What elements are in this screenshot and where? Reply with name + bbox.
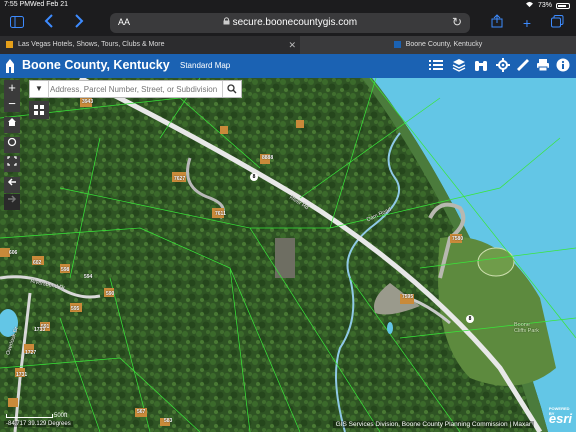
- parcel-label: 1733: [34, 327, 46, 333]
- parcel-label: 3943: [82, 99, 94, 105]
- browser-toolbar: AA secure.boonecountygis.com ↻ +: [0, 10, 576, 36]
- zoom-out-button[interactable]: −: [4, 96, 20, 112]
- search-source-dropdown[interactable]: ▼: [30, 81, 49, 97]
- boone-favicon-icon: [393, 40, 401, 48]
- sidebar-toggle-icon[interactable]: [8, 14, 26, 32]
- layers-icon[interactable]: [452, 58, 468, 74]
- route-shield-icon: 8: [466, 315, 474, 323]
- home-icon: [7, 118, 17, 130]
- lock-icon: [223, 17, 233, 28]
- binoculars-icon[interactable]: [474, 58, 490, 74]
- home-button[interactable]: [4, 117, 20, 133]
- map-attribution: GIS Services Division, Boone County Plan…: [332, 421, 534, 428]
- parcel-label: 1731: [16, 372, 28, 378]
- tab-label: Las Vegas Hotels, Shows, Tours, Clubs & …: [17, 41, 165, 48]
- map-view[interactable]: 3943 7627 7611 8888 7595 7580 606 602 59…: [0, 78, 576, 432]
- parcel-label: 583: [164, 418, 173, 424]
- forward-arrow-icon[interactable]: [70, 14, 88, 32]
- grid-icon: [29, 105, 49, 123]
- parcel-label: 7611: [215, 211, 226, 217]
- battery-percent: 73%: [537, 2, 552, 9]
- fullscreen-icon: [7, 156, 17, 169]
- search-button[interactable]: [222, 81, 241, 97]
- parcel-label: 1727: [25, 350, 37, 356]
- parcel-label: 7580: [452, 236, 464, 242]
- parcel-label: 7595: [402, 294, 414, 300]
- previous-extent-button[interactable]: [4, 177, 20, 193]
- zoom-in-button[interactable]: +: [4, 80, 20, 96]
- county-logo-icon: [5, 58, 15, 74]
- parcel-label: 8888: [262, 155, 274, 161]
- browser-tab-strip: Las Vegas Hotels, Shows, Tours, Clubs & …: [0, 36, 576, 54]
- status-time: 7:55 PM: [4, 1, 31, 8]
- reload-icon[interactable]: ↻: [452, 15, 462, 29]
- status-date: Wed Feb 21: [30, 1, 69, 8]
- url-text: secure.boonecountygis.com: [110, 17, 470, 28]
- parcel-label: 595: [71, 306, 80, 312]
- share-icon[interactable]: [488, 14, 506, 32]
- basemap-gallery-button[interactable]: [29, 101, 49, 119]
- tab-boone-county[interactable]: Boone County, Kentucky: [300, 36, 576, 54]
- parcel-label: 602: [33, 260, 42, 266]
- app-header: Boone County, Kentucky Standard Map: [0, 54, 576, 78]
- wifi-icon: [525, 1, 534, 10]
- search-icon: [227, 81, 237, 98]
- esri-powered-by: POWERED BY: [548, 406, 570, 416]
- search-bar: ▼: [29, 80, 242, 98]
- battery-icon: [556, 2, 570, 9]
- esri-logo: POWERED BY esri: [549, 406, 572, 426]
- measure-icon[interactable]: [516, 58, 532, 74]
- info-icon[interactable]: [556, 58, 572, 74]
- app-title: Boone County, Kentucky: [22, 58, 170, 72]
- route-shield-icon: 8: [250, 173, 258, 181]
- tab-las-vegas[interactable]: Las Vegas Hotels, Shows, Tours, Clubs & …: [0, 36, 300, 54]
- new-tab-plus-icon[interactable]: +: [518, 14, 536, 32]
- vegas-favicon-icon: [6, 40, 13, 48]
- tab-label: Boone County, Kentucky: [405, 41, 483, 48]
- aerial-imagery: [0, 78, 576, 432]
- parcel-label: 598: [61, 267, 70, 273]
- search-input[interactable]: [50, 82, 222, 96]
- locate-button[interactable]: [4, 137, 20, 153]
- back-arrow-icon[interactable]: [40, 14, 58, 32]
- parcel-label: 7627: [174, 176, 186, 182]
- address-bar[interactable]: AA secure.boonecountygis.com ↻: [110, 13, 470, 33]
- tools-icon[interactable]: [496, 58, 512, 74]
- scale-label: 500ft: [54, 413, 68, 419]
- next-extent-button[interactable]: [4, 194, 20, 210]
- url-value: secure.boonecountygis.com: [232, 17, 358, 28]
- scale-bar: [6, 414, 53, 418]
- close-tab-icon[interactable]: ✕: [288, 36, 296, 54]
- coordinate-readout: -84.717 39.129 Degrees: [4, 421, 73, 427]
- list-icon[interactable]: [429, 58, 445, 74]
- parcel-label: 567: [137, 409, 146, 415]
- locate-icon: [7, 137, 17, 150]
- tabs-overview-icon[interactable]: [548, 14, 566, 32]
- ios-status-bar: 7:55 PM Wed Feb 21 73%: [0, 0, 576, 10]
- arrow-right-icon: [7, 195, 17, 207]
- parcel-label: 590: [106, 291, 115, 297]
- fullscreen-button[interactable]: [4, 156, 20, 172]
- arrow-left-icon: [7, 178, 17, 190]
- parcel-label: 606: [9, 250, 18, 256]
- basemap-selector[interactable]: Standard Map: [180, 61, 230, 70]
- status-right: 73%: [525, 1, 570, 10]
- parcel-label: 594: [84, 274, 93, 280]
- park-label: Boone Cliffs Park: [514, 322, 539, 334]
- print-icon[interactable]: [536, 58, 552, 74]
